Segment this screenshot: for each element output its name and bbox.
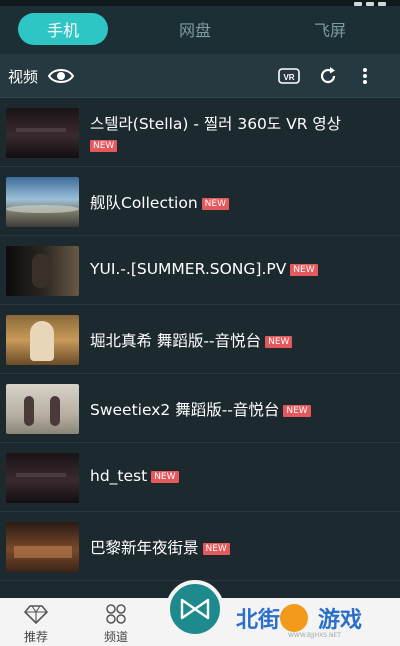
list-item[interactable]: 舰队Collection NEW	[0, 167, 400, 236]
toolbar: 视频 VR	[0, 54, 400, 98]
top-tab-bar: 手机 网盘 飞屏	[0, 0, 400, 54]
tab-cloud-disk[interactable]: 网盘	[150, 13, 240, 45]
diamond-icon	[24, 605, 48, 624]
new-badge: NEW	[283, 404, 311, 417]
video-title: 스텔라(Stella) - 찔러 360도 VR 영상	[90, 115, 341, 133]
watermark-text-a: 北街	[236, 608, 281, 633]
video-thumbnail	[6, 108, 79, 158]
refresh-icon[interactable]	[318, 66, 338, 86]
video-thumbnail	[6, 522, 79, 572]
vr-icon[interactable]: VR	[278, 68, 300, 84]
new-badge: NEW	[201, 197, 229, 210]
watermark-logo-icon	[280, 604, 308, 632]
video-thumbnail	[6, 246, 79, 296]
new-badge: NEW	[90, 140, 118, 152]
vr-label: VR	[283, 73, 294, 82]
video-title-text: hd_test	[90, 467, 148, 485]
center-fab-button[interactable]	[166, 580, 224, 638]
video-title-text: 巴黎新年夜街景	[90, 539, 199, 557]
video-title-text: 堀北真希 舞蹈版--音悦台	[90, 332, 262, 350]
video-list: 스텔라(Stella) - 찔러 360도 VR 영상 NEW 舰队Collec…	[0, 98, 400, 598]
video-thumbnail	[6, 384, 79, 434]
watermark-url: WWW.BJJHXS.NET	[288, 632, 341, 639]
video-title: 巴黎新年夜街景 NEW	[90, 536, 392, 558]
list-item[interactable]: Sweetiex2 舞蹈版--音悦台 NEW	[0, 374, 400, 443]
status-icons	[354, 0, 386, 6]
watermark: 北街 游戏 WWW.BJJHXS.NET	[228, 600, 400, 646]
video-title: 堀北真希 舞蹈版--音悦台 NEW	[90, 329, 392, 351]
video-thumbnail	[6, 177, 79, 227]
eye-icon[interactable]	[48, 66, 74, 86]
list-item[interactable]: 巴黎新年夜街景 NEW	[0, 512, 400, 581]
nav-recommend[interactable]: 推荐	[6, 598, 66, 646]
tab-fly-screen[interactable]: 飞屏	[285, 13, 375, 45]
new-badge: NEW	[290, 263, 318, 276]
nav-channel-label: 频道	[103, 630, 128, 644]
nav-channel[interactable]: 频道	[86, 598, 146, 646]
video-title-text: Sweetiex2 舞蹈版--音悦台	[90, 401, 280, 419]
new-badge: NEW	[151, 470, 179, 483]
video-title-text: 舰队Collection	[90, 194, 198, 212]
tab-phone[interactable]: 手机	[18, 13, 108, 45]
list-item[interactable]: 스텔라(Stella) - 찔러 360도 VR 영상 NEW	[0, 98, 400, 167]
new-badge: NEW	[265, 335, 293, 348]
status-bar	[0, 0, 400, 6]
nav-recommend-label: 推荐	[23, 630, 48, 644]
list-item[interactable]: 堀北真希 舞蹈版--音悦台 NEW	[0, 305, 400, 374]
more-icon[interactable]	[358, 66, 372, 86]
video-title: 舰队Collection NEW	[90, 191, 392, 213]
video-title-text: YUI.-.[SUMMER.SONG].PV	[90, 260, 287, 278]
list-item[interactable]: hd_test NEW	[0, 443, 400, 512]
video-thumbnail	[6, 453, 79, 503]
video-title: YUI.-.[SUMMER.SONG].PV NEW	[90, 260, 392, 278]
section-title: 视频	[8, 68, 39, 86]
video-title: hd_test NEW	[90, 467, 392, 485]
video-thumbnail	[6, 315, 79, 365]
new-badge: NEW	[202, 542, 230, 555]
list-item[interactable]: YUI.-.[SUMMER.SONG].PV NEW	[0, 236, 400, 305]
video-title: Sweetiex2 舞蹈版--音悦台 NEW	[90, 398, 392, 420]
watermark-text-b: 游戏	[318, 608, 363, 633]
bowtie-icon	[180, 598, 210, 620]
grid-icon	[106, 604, 126, 624]
